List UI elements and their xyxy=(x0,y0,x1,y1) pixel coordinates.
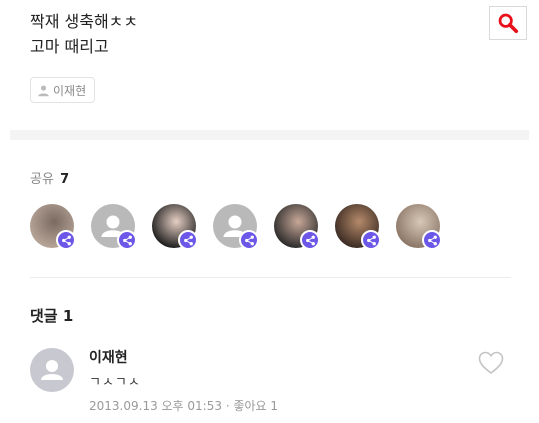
share-icon xyxy=(361,230,381,250)
search-button[interactable] xyxy=(489,6,527,40)
share-avatar[interactable] xyxy=(335,204,381,250)
share-icon xyxy=(239,230,259,250)
comments-count: 1 xyxy=(62,307,74,325)
share-avatar[interactable] xyxy=(274,204,320,250)
comments-label: 댓글 xyxy=(30,307,58,325)
avatar[interactable] xyxy=(30,348,74,392)
share-avatar[interactable] xyxy=(396,204,442,250)
comment-meta: 2013.09.13 오후 01:53 · 좋아요 1 xyxy=(89,399,279,413)
section-divider xyxy=(10,130,529,140)
share-avatar[interactable] xyxy=(91,204,137,250)
share-avatar[interactable] xyxy=(213,204,259,250)
search-icon xyxy=(498,13,519,34)
section-divider xyxy=(30,277,511,278)
share-icon xyxy=(117,230,137,250)
share-count: 7 xyxy=(60,172,70,187)
share-avatar[interactable] xyxy=(152,204,198,250)
share-icon xyxy=(56,230,76,250)
heart-icon[interactable] xyxy=(477,350,505,376)
share-avatar[interactable] xyxy=(30,204,76,250)
post-author-chip[interactable]: 이재현 xyxy=(30,77,96,103)
post-text-line: 고마 때리고 xyxy=(30,37,109,56)
comment-text: ㄱㅅㄱㅅ xyxy=(89,375,141,390)
post-author-name: 이재현 xyxy=(53,83,87,98)
share-label: 공유 xyxy=(30,172,54,187)
share-icon xyxy=(178,230,198,250)
share-avatar-list xyxy=(30,204,450,254)
post-content: 짝재 생축해ㅊㅊ 고마 때리고 이재현 xyxy=(30,10,139,103)
share-icon xyxy=(422,230,442,250)
share-header: 공유 7 xyxy=(30,168,69,187)
user-icon xyxy=(38,84,49,96)
post-text-line: 짝재 생축해ㅊㅊ xyxy=(30,12,139,31)
share-icon xyxy=(300,230,320,250)
default-user-icon xyxy=(41,360,63,380)
comments-header: 댓글 1 xyxy=(30,305,73,326)
comment-author[interactable]: 이재현 xyxy=(89,347,128,367)
